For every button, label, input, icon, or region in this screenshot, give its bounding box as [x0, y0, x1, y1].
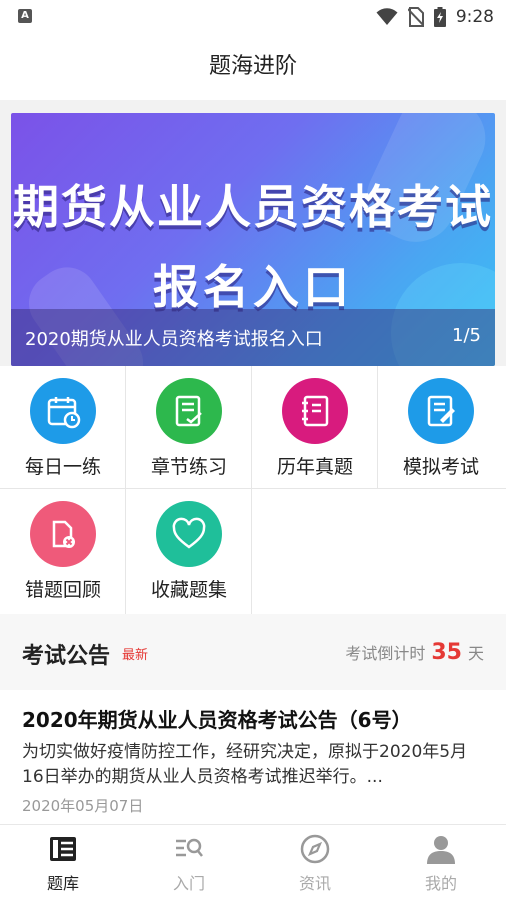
tab-label: 资讯 — [298, 874, 331, 893]
intro-search-icon — [176, 838, 203, 857]
banner-carousel[interactable]: 期货从业人员资格考试 报名入口 2020期货从业人员资格考试报名入口 1/5 — [11, 113, 495, 366]
exam-paper-icon — [408, 378, 474, 444]
question-bank-icon — [50, 837, 76, 861]
page-title: 题海进阶 — [0, 34, 506, 100]
feature-label: 历年真题 — [276, 456, 353, 478]
feature-label: 错题回顾 — [24, 579, 101, 601]
article-summary: 为切实做好疫情防控工作，经研究决定，原拟于2020年5月16日举办的期货从业人员… — [22, 742, 468, 787]
heart-icon — [156, 501, 222, 567]
feature-daily-practice[interactable]: 每日一练 — [0, 366, 126, 489]
new-badge: 最新 — [122, 648, 149, 663]
tab-question-bank[interactable]: 题库 — [0, 825, 126, 900]
status-bar: A 9:28 — [0, 0, 506, 34]
status-icons: 9:28 — [376, 5, 494, 29]
feature-chapter-practice[interactable]: 章节练习 — [126, 366, 252, 489]
tab-label: 入门 — [172, 874, 205, 893]
feature-label: 每日一练 — [24, 456, 101, 478]
feature-past-exams[interactable]: 历年真题 — [252, 366, 378, 489]
feature-label: 章节练习 — [150, 456, 227, 478]
wifi-icon — [376, 8, 398, 25]
banner-headline: 期货从业人员资格考试 — [13, 180, 493, 234]
tab-label: 我的 — [424, 874, 457, 893]
notification-indicator: A — [18, 9, 32, 23]
user-icon — [427, 836, 455, 864]
article-date: 2020年05月07日 — [22, 797, 144, 815]
tab-profile[interactable]: 我的 — [378, 825, 506, 900]
tab-label: 题库 — [46, 874, 79, 893]
countdown-unit: 天 — [467, 644, 484, 663]
tab-intro[interactable]: 入门 — [126, 825, 252, 900]
feature-label: 收藏题集 — [150, 579, 227, 601]
countdown-label: 考试倒计时 — [345, 644, 426, 663]
banner-headline-sub: 报名入口 — [153, 260, 353, 314]
countdown-days: 35 — [431, 640, 462, 665]
notice-title: 考试公告 — [22, 644, 111, 669]
feature-wrong-review[interactable]: 错题回顾 — [0, 489, 126, 614]
article-title: 2020年期货从业人员资格考试公告（6号） — [22, 708, 412, 732]
exam-countdown: 考试倒计时 35 天 — [345, 640, 484, 665]
wrong-question-icon — [30, 501, 96, 567]
calendar-clock-icon — [30, 378, 96, 444]
feature-grid: 每日一练 章节练习 历年真题 模拟考试 错题回顾 收藏题集 — [0, 366, 506, 614]
banner-caption-bar: 2020期货从业人员资格考试报名入口 1/5 — [11, 309, 495, 366]
banner-pager: 1/5 — [452, 325, 481, 346]
feature-favorites[interactable]: 收藏题集 — [126, 489, 252, 614]
notice-section-header: 考试公告 最新 考试倒计时 35 天 — [0, 614, 506, 690]
compass-icon — [300, 834, 330, 864]
feature-mock-exam[interactable]: 模拟考试 — [378, 366, 506, 489]
tab-news[interactable]: 资讯 — [252, 825, 378, 900]
no-sim-icon — [407, 7, 424, 27]
checklist-icon — [156, 378, 222, 444]
status-time: 9:28 — [455, 7, 494, 27]
feature-label: 模拟考试 — [402, 456, 479, 478]
banner-caption: 2020期货从业人员资格考试报名入口 — [25, 329, 323, 350]
battery-icon — [433, 7, 446, 27]
bottom-tab-bar: 题库 入门 资讯 我的 — [0, 824, 506, 900]
notebook-icon — [282, 378, 348, 444]
notice-article[interactable]: 2020年期货从业人员资格考试公告（6号） 为切实做好疫情防控工作，经研究决定，… — [0, 690, 506, 824]
